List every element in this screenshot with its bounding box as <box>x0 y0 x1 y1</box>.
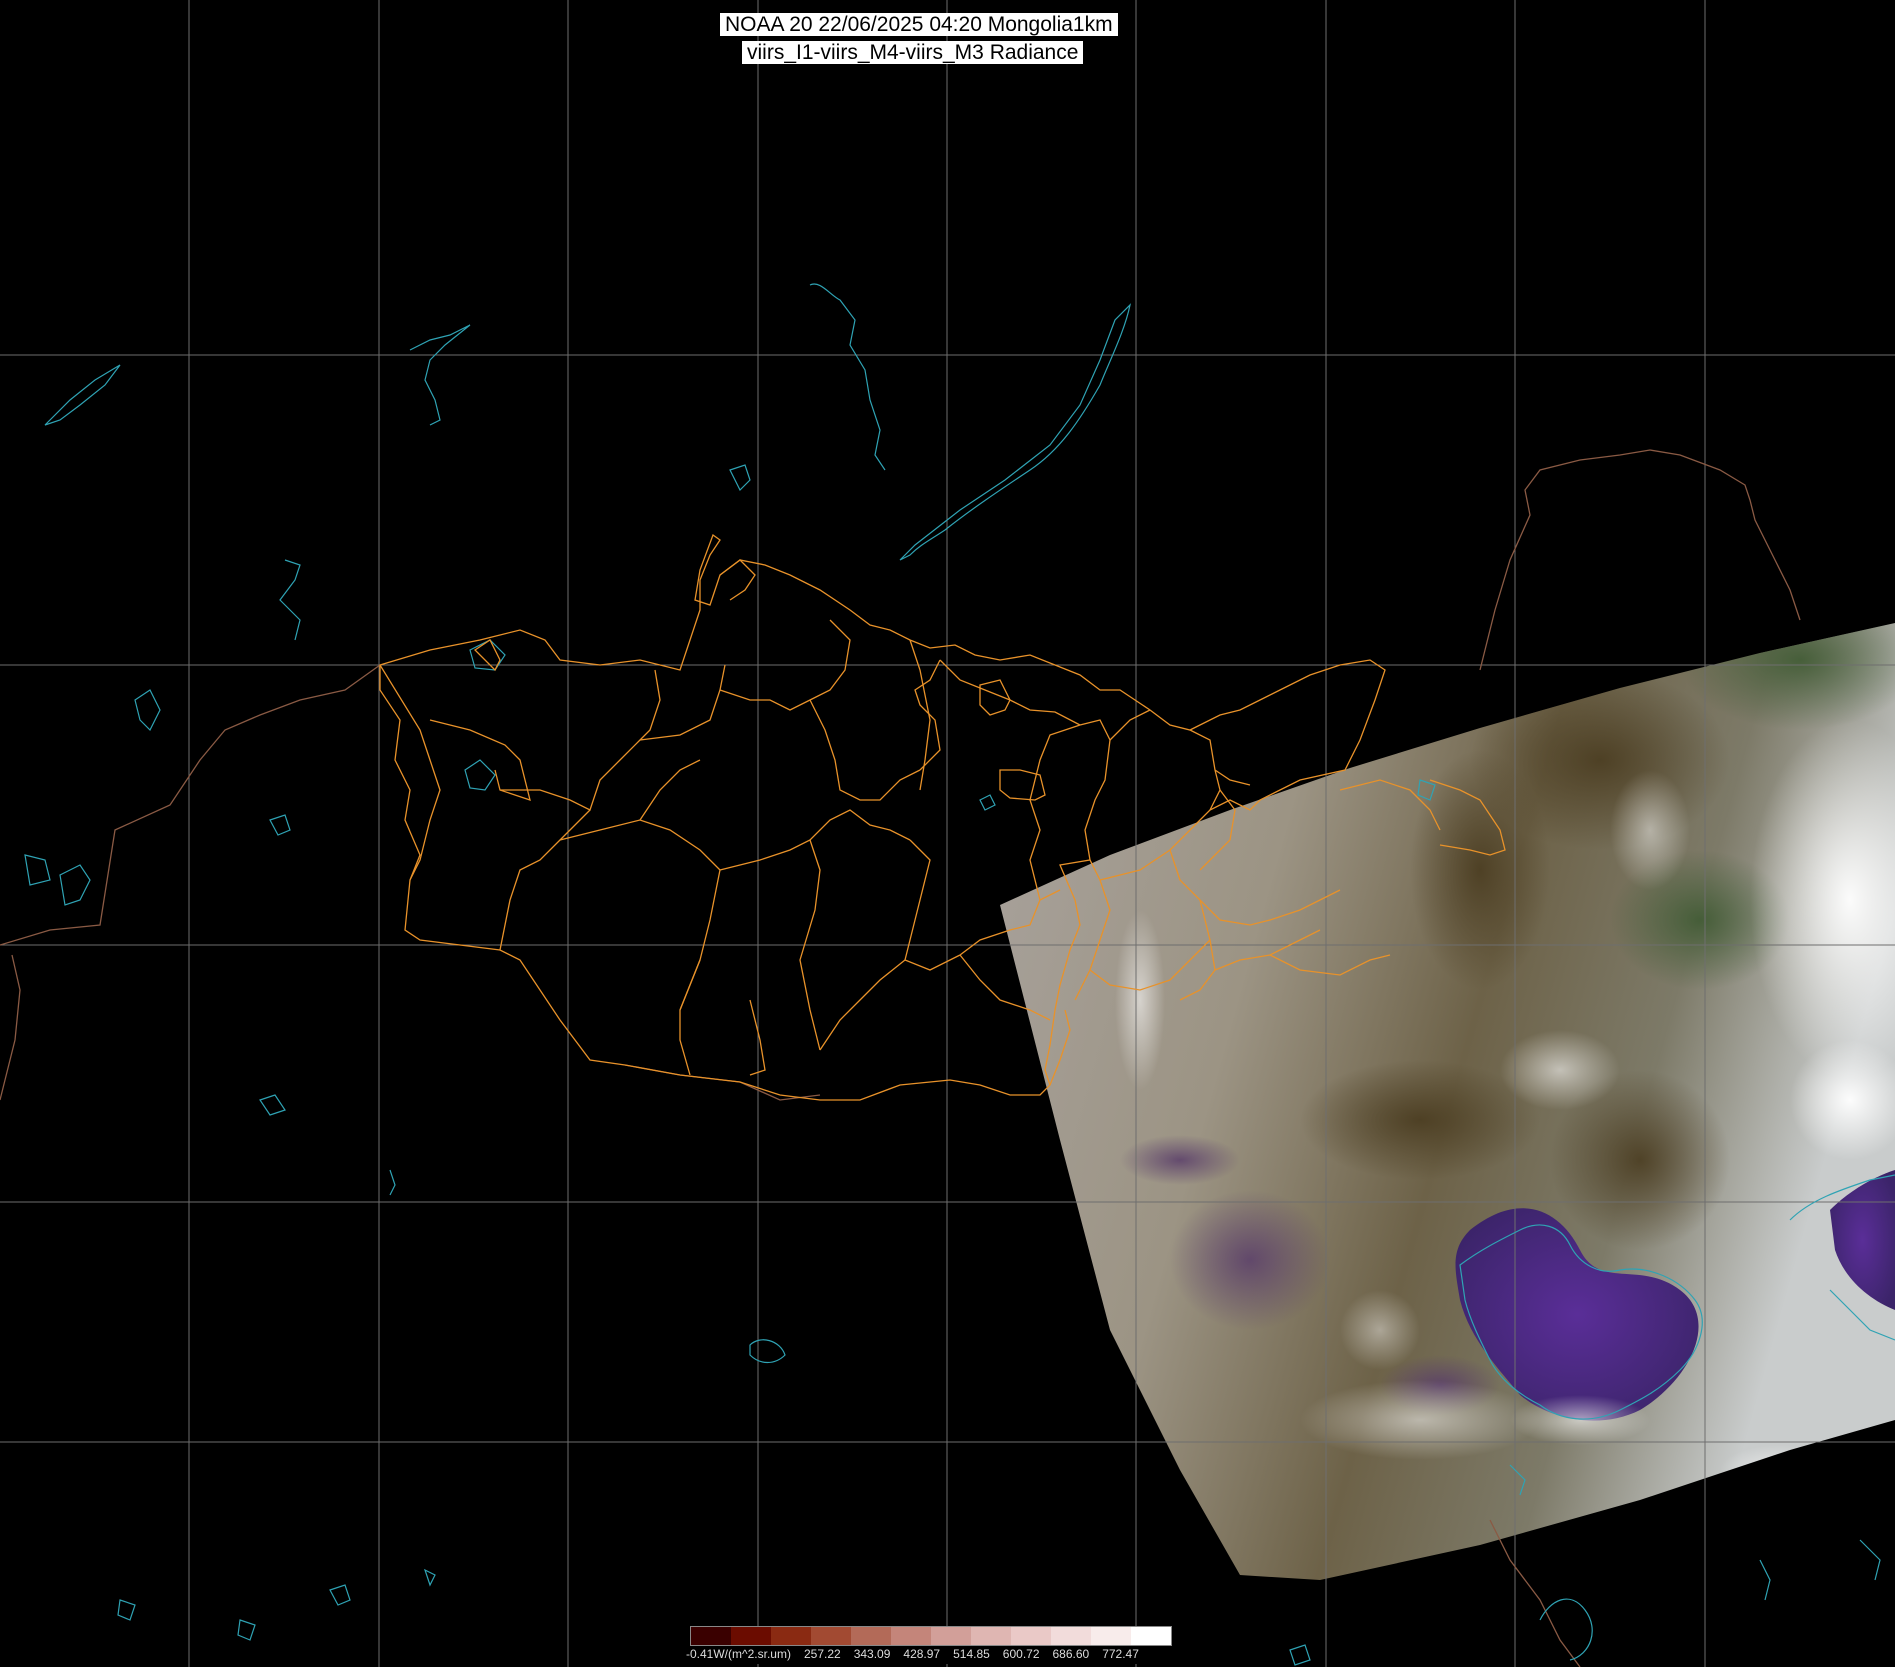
legend-color-bar <box>690 1626 1172 1646</box>
legend-tick-label: 343.09 <box>853 1647 891 1661</box>
image-title-line-1: NOAA 20 22/06/2025 04:20 Mongolia1km <box>720 13 1118 36</box>
legend-color-swatch <box>811 1627 851 1645</box>
legend-color-swatch <box>931 1627 971 1645</box>
legend-tick-label: 428.97 <box>903 1647 941 1661</box>
legend-color-swatch <box>971 1627 1011 1645</box>
legend-tick-label: 686.60 <box>1052 1647 1090 1661</box>
legend-color-swatch <box>891 1627 931 1645</box>
legend-tick-label: 600.72 <box>1002 1647 1040 1661</box>
legend-tick-label: 514.85 <box>953 1647 990 1661</box>
legend-color-swatch <box>731 1627 771 1645</box>
legend-color-swatch <box>1011 1627 1051 1645</box>
satellite-map <box>0 0 1895 1667</box>
image-title-line-2: viirs_I1-viirs_M4-viirs_M3 Radiance <box>742 41 1084 64</box>
satellite-swath <box>1000 623 1895 1580</box>
legend-color-swatch <box>691 1627 731 1645</box>
legend-tick-label: -0.41W/(m^2.sr.um) <box>686 1647 791 1661</box>
legend-tick-labels: -0.41W/(m^2.sr.um) 257.22 343.09 428.97 … <box>686 1647 1152 1661</box>
legend-color-swatch <box>771 1627 811 1645</box>
radiance-color-legend: -0.41W/(m^2.sr.um) 257.22 343.09 428.97 … <box>686 1626 1206 1664</box>
legend-tick-label: 257.22 <box>803 1647 841 1661</box>
legend-tick-label: 772.47 <box>1102 1647 1139 1661</box>
legend-color-swatch <box>851 1627 891 1645</box>
legend-color-swatch <box>1131 1627 1171 1645</box>
legend-color-swatch <box>1091 1627 1131 1645</box>
legend-color-swatch <box>1051 1627 1091 1645</box>
